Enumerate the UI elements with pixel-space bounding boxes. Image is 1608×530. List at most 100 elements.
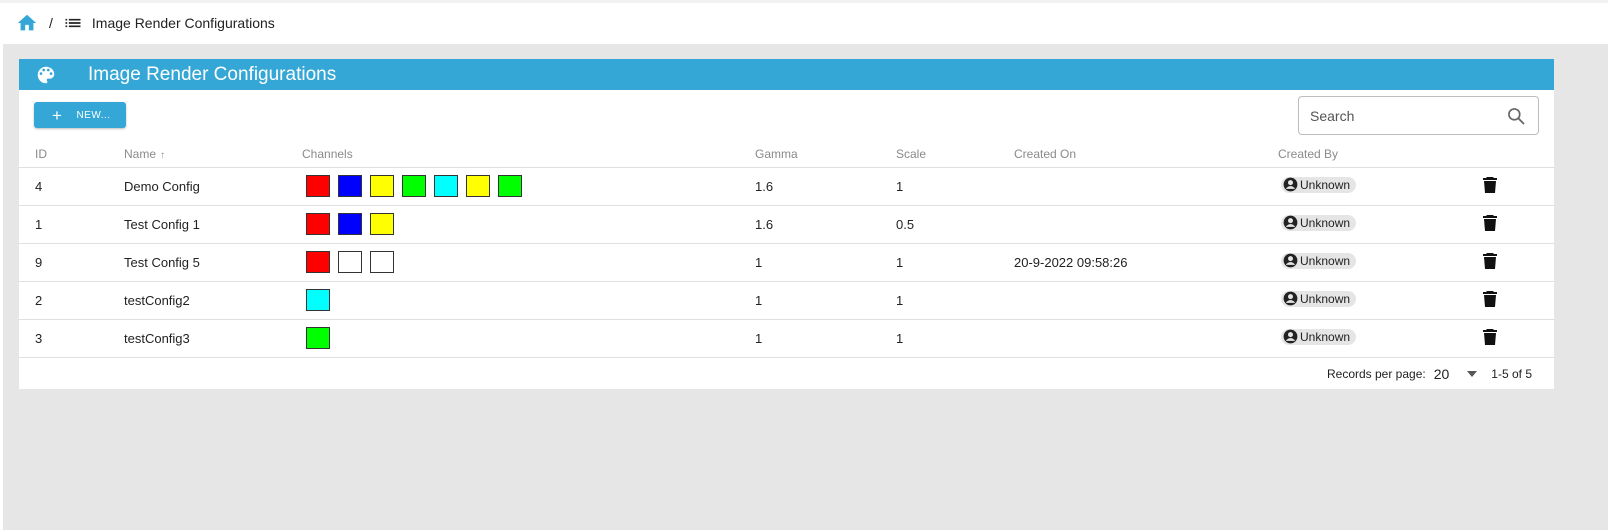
search-box[interactable] — [1298, 96, 1539, 135]
channel-color-swatch — [338, 175, 362, 197]
table-pagination: Records per page: 20 1-5 of 5 — [19, 358, 1554, 390]
new-button[interactable]: + NEW... — [34, 102, 126, 128]
configurations-panel: Image Render Configurations + NEW... ID … — [19, 59, 1554, 389]
panel-header: Image Render Configurations — [19, 59, 1554, 90]
cell-id: 3 — [19, 319, 124, 358]
cell-actions — [1473, 281, 1554, 320]
user-chip[interactable]: Unknown — [1281, 252, 1357, 269]
channel-color-swatch — [498, 175, 522, 197]
cell-created-on: 20-9-2022 09:58:26 — [1014, 243, 1278, 282]
cell-created-by: Unknown — [1278, 167, 1473, 206]
home-icon[interactable] — [16, 12, 38, 34]
cell-scale: 1 — [896, 167, 1014, 206]
cell-name: Test Config 1 — [124, 205, 302, 244]
column-header-id[interactable]: ID — [19, 147, 124, 168]
delete-icon[interactable] — [1483, 290, 1497, 307]
account-circle-icon — [1283, 215, 1298, 230]
delete-icon[interactable] — [1483, 252, 1497, 269]
plus-icon: + — [52, 105, 63, 125]
cell-channels — [302, 205, 755, 244]
account-circle-icon — [1283, 253, 1298, 268]
user-chip[interactable]: Unknown — [1281, 214, 1357, 231]
delete-icon[interactable] — [1483, 176, 1497, 193]
column-header-channels[interactable]: Channels — [302, 147, 755, 168]
user-chip-label: Unknown — [1300, 291, 1351, 306]
delete-icon[interactable] — [1483, 214, 1497, 231]
table-row[interactable]: 1 Test Config 1 1.6 0.5 Unknown — [19, 205, 1554, 244]
table-header-row: ID Name ↑ Channels Gamma Scale Created On… — [19, 147, 1554, 168]
cell-id: 1 — [19, 205, 124, 244]
channel-color-swatch — [306, 251, 330, 273]
pagination-range: 1-5 of 5 — [1491, 366, 1532, 381]
user-chip-label: Unknown — [1300, 253, 1351, 268]
user-chip-label: Unknown — [1300, 329, 1351, 344]
channel-color-swatch — [370, 213, 394, 235]
column-header-gamma[interactable]: Gamma — [755, 147, 896, 168]
cell-name: Test Config 5 — [124, 243, 302, 282]
records-per-page-select[interactable]: 20 — [1434, 366, 1450, 382]
cell-created-on — [1014, 205, 1278, 244]
breadcrumb: / Image Render Configurations — [16, 11, 275, 35]
channel-color-swatch — [434, 175, 458, 197]
breadcrumb-separator: / — [49, 15, 53, 31]
cell-name: testConfig2 — [124, 281, 302, 320]
cell-created-on — [1014, 319, 1278, 358]
column-header-created-on[interactable]: Created On — [1014, 147, 1278, 168]
user-chip-label: Unknown — [1300, 177, 1351, 192]
table-row[interactable]: 9 Test Config 5 1 1 20-9-2022 09:58:26 U… — [19, 243, 1554, 282]
account-circle-icon — [1283, 177, 1298, 192]
table-row[interactable]: 2 testConfig2 1 1 Unknown — [19, 281, 1554, 320]
channel-color-swatch — [466, 175, 490, 197]
breadcrumb-current: Image Render Configurations — [91, 15, 275, 31]
cell-channels — [302, 243, 755, 282]
user-chip[interactable]: Unknown — [1281, 176, 1357, 193]
table-row[interactable]: 3 testConfig3 1 1 Unknown — [19, 319, 1554, 358]
cell-created-by: Unknown — [1278, 281, 1473, 320]
column-header-scale[interactable]: Scale — [896, 147, 1014, 168]
cell-created-on — [1014, 167, 1278, 206]
dropdown-arrow-icon[interactable] — [1467, 370, 1478, 377]
channel-color-swatch — [370, 175, 394, 197]
cell-gamma: 1 — [755, 319, 896, 358]
cell-created-by: Unknown — [1278, 243, 1473, 282]
cell-gamma: 1.6 — [755, 167, 896, 206]
cell-channels — [302, 281, 755, 320]
new-button-label: NEW... — [76, 109, 111, 121]
search-icon[interactable] — [1506, 106, 1526, 126]
user-chip[interactable]: Unknown — [1281, 328, 1357, 345]
cell-scale: 1 — [896, 243, 1014, 282]
cell-gamma: 1 — [755, 281, 896, 320]
cell-scale: 1 — [896, 319, 1014, 358]
column-header-name[interactable]: Name ↑ — [124, 147, 302, 168]
cell-actions — [1473, 205, 1554, 244]
account-circle-icon — [1283, 291, 1298, 306]
channel-swatches — [302, 251, 755, 273]
channel-swatches — [302, 327, 755, 349]
channel-color-swatch — [306, 213, 330, 235]
configurations-table: ID Name ↑ Channels Gamma Scale Created On… — [19, 147, 1554, 358]
channel-color-swatch — [306, 289, 330, 311]
channel-swatches — [302, 175, 755, 197]
cell-actions — [1473, 319, 1554, 358]
cell-actions — [1473, 243, 1554, 282]
channel-color-swatch — [370, 251, 394, 273]
cell-id: 2 — [19, 281, 124, 320]
channel-color-swatch — [402, 175, 426, 197]
cell-channels — [302, 167, 755, 206]
toolbar: + NEW... — [19, 90, 1554, 147]
cell-channels — [302, 319, 755, 358]
search-input[interactable] — [1310, 107, 1490, 124]
table-row[interactable]: 4 Demo Config 1.6 1 Unknown — [19, 167, 1554, 206]
channel-color-swatch — [306, 327, 330, 349]
cell-scale: 0.5 — [896, 205, 1014, 244]
column-header-created-by[interactable]: Created By — [1278, 147, 1473, 168]
cell-id: 9 — [19, 243, 124, 282]
channel-swatches — [302, 213, 755, 235]
cell-gamma: 1.6 — [755, 205, 896, 244]
delete-icon[interactable] — [1483, 328, 1497, 345]
top-bar: / Image Render Configurations — [0, 0, 1608, 44]
list-icon[interactable] — [63, 13, 83, 33]
cell-id: 4 — [19, 167, 124, 206]
cell-name: testConfig3 — [124, 319, 302, 358]
user-chip[interactable]: Unknown — [1281, 290, 1357, 307]
